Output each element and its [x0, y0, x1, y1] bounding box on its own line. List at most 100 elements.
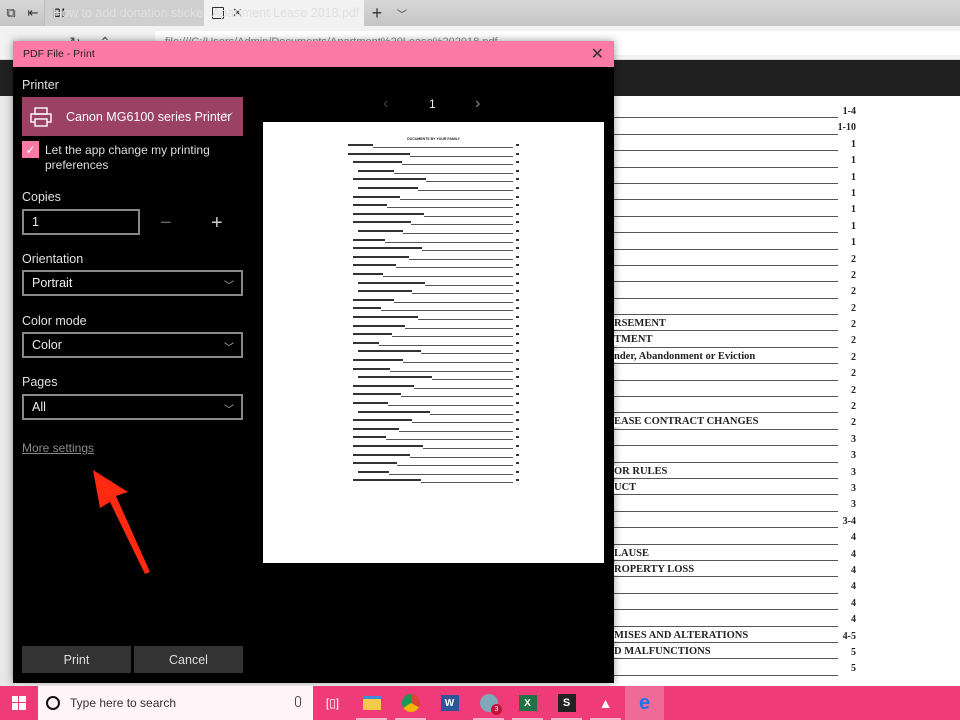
toc-leader-line: [614, 215, 838, 217]
task-view-button[interactable]: [▯]: [313, 686, 352, 720]
toc-entry: EASE CONTRACT CHANGES 2: [614, 415, 874, 431]
edge-icon: e: [638, 691, 651, 714]
toc-entry: RSEMENT 2: [614, 317, 874, 333]
toc-leader-line: [614, 281, 838, 283]
photos-button[interactable]: ▲: [586, 686, 625, 720]
app-with-badge-button[interactable]: 3: [469, 686, 508, 720]
toc-leader-line: [614, 330, 838, 332]
taskbar: Type here to search [▯] W 3 X S ▲ e: [0, 686, 960, 720]
toc-page-number: 4: [851, 532, 856, 544]
preview-page-number: 1: [429, 97, 436, 111]
color-mode-select[interactable]: Color ﹀: [22, 332, 243, 358]
copies-input[interactable]: 1: [22, 209, 140, 235]
toc-entry: nder, Abandonment or Eviction 2: [614, 350, 874, 366]
toc-leader-line: [614, 133, 838, 135]
previous-page-icon[interactable]: ‹: [383, 95, 388, 113]
chevron-down-icon[interactable]: ﹀: [390, 6, 414, 21]
increment-icon[interactable]: +: [211, 212, 223, 235]
toc-page-number: 1-10: [837, 122, 856, 134]
toc-leader-line: [614, 461, 838, 463]
preview-line: [348, 393, 519, 398]
preview-line: [348, 298, 519, 303]
word-button[interactable]: W: [430, 686, 469, 720]
tab-apartment-lease[interactable]: Apartment Lease 2018.pdf ✕: [204, 0, 364, 26]
toc-leader-line: [614, 576, 838, 578]
preview-line: [348, 187, 519, 191]
preview-line: [348, 204, 519, 209]
toc-leader-line: [614, 314, 838, 316]
toc-entry: 1: [614, 235, 874, 251]
edge-button[interactable]: e: [625, 686, 664, 720]
preview-line: [348, 247, 519, 252]
orientation-select[interactable]: Portrait ﹀: [22, 270, 243, 296]
toc-entry: OR RULES 3: [614, 465, 874, 481]
toc-page-number: 3: [851, 466, 856, 478]
photos-icon: ▲: [598, 695, 613, 711]
toc-entry: 4: [614, 530, 874, 546]
toc-page-number: 2: [851, 319, 856, 331]
app-preferences-checkbox[interactable]: ✓: [22, 141, 39, 158]
next-page-icon[interactable]: ›: [475, 95, 480, 113]
file-explorer-button[interactable]: [352, 686, 391, 720]
toc-entry: 1: [614, 137, 874, 153]
toc-entry-title: UCT: [614, 481, 639, 493]
print-button[interactable]: Print: [22, 646, 131, 673]
preview-line: [348, 281, 519, 286]
printer-select[interactable]: Canon MG6100 series Printer ﹀: [22, 97, 243, 136]
toc-entry: 3: [614, 448, 874, 464]
toc-entry: 2: [614, 366, 874, 382]
toc-leader-line: [614, 510, 838, 512]
color-mode-value: Color: [32, 338, 62, 352]
toc-page-number: 1: [851, 237, 856, 249]
toc-entry: LAUSE 4: [614, 547, 874, 563]
close-icon[interactable]: ✕: [591, 44, 604, 64]
toc-entry-title: ROPERTY LOSS: [614, 563, 697, 575]
excel-button[interactable]: X: [508, 686, 547, 720]
toc-page-number: 2: [851, 384, 856, 396]
microphone-icon[interactable]: [295, 696, 301, 707]
app-s-button[interactable]: S: [547, 686, 586, 720]
browser-tab-bar: ⧉ ⇤ BI How to add donation sticke Apartm…: [0, 0, 960, 26]
start-button[interactable]: [0, 686, 38, 720]
toc-entry-title: TMENT: [614, 334, 655, 346]
toc-page-number: 3-4: [842, 515, 856, 527]
copies-value: 1: [32, 215, 39, 229]
windows-logo-icon: [12, 696, 26, 710]
toc-leader-line: [614, 182, 838, 184]
toc-entry-title: RSEMENT: [614, 318, 668, 330]
set-aside-tabs-icon[interactable]: ⇤: [22, 0, 44, 26]
toc-entry: ROPERTY LOSS 4: [614, 563, 874, 579]
toc-leader-line: [614, 543, 838, 545]
preview-line: [348, 419, 519, 424]
screen: ⧉ ⇤ BI How to add donation sticke Apartm…: [0, 0, 960, 720]
toc-entry: MISES AND ALTERATIONS 4-5: [614, 629, 874, 645]
tab-donation-sticker[interactable]: BI How to add donation sticke: [44, 0, 204, 26]
preview-line: [348, 307, 519, 312]
preview-line: [348, 445, 519, 449]
orientation-value: Portrait: [32, 276, 73, 290]
toc-leader-line: [614, 248, 838, 250]
pages-select[interactable]: All ﹀: [22, 394, 243, 420]
color-mode-label: Color mode: [22, 314, 87, 328]
cancel-button[interactable]: Cancel: [134, 646, 243, 673]
dialog-title-bar: PDF File - Print ✕: [13, 41, 614, 67]
printer-label: Printer: [22, 78, 59, 92]
preview-line: [348, 402, 519, 406]
toc-entry: 3: [614, 497, 874, 513]
preview-line: [348, 453, 519, 458]
toc-entry: 1-4: [614, 104, 874, 120]
toc-page-number: 1: [851, 187, 856, 199]
toc-page-number: 2: [851, 302, 856, 314]
more-settings-link[interactable]: More settings: [22, 441, 94, 455]
toc-page-number: 2: [851, 269, 856, 281]
toc-page-number: 1: [851, 138, 856, 150]
chrome-button[interactable]: [391, 686, 430, 720]
decrement-icon[interactable]: −: [160, 212, 172, 235]
toc-leader-line: [614, 297, 838, 299]
new-tab-icon[interactable]: +: [364, 3, 390, 24]
taskbar-search-box[interactable]: Type here to search: [38, 686, 313, 720]
tab-manager-icon[interactable]: ⧉: [0, 0, 22, 26]
preview-line: [348, 221, 519, 226]
word-icon: W: [440, 695, 459, 711]
preview-title: DOCUMENTS BY YOUR FAMILY: [407, 137, 460, 141]
